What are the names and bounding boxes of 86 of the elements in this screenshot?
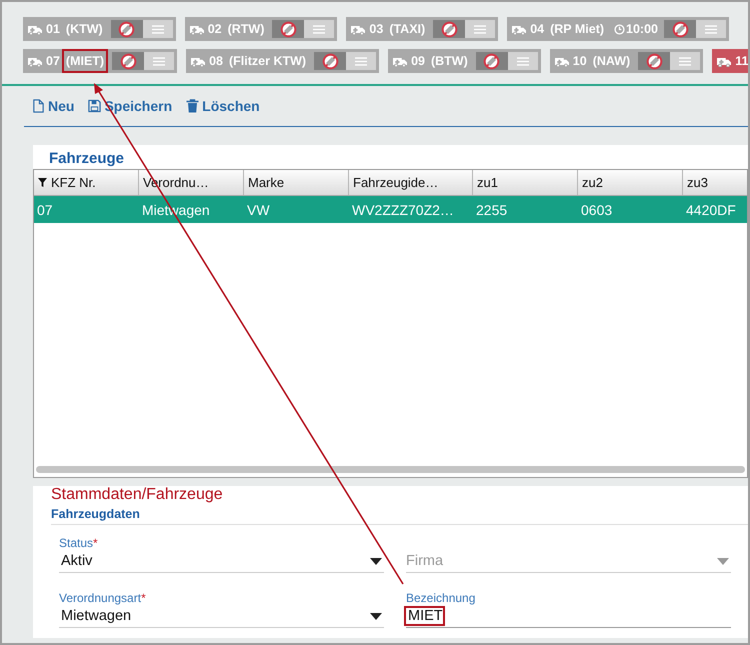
- menu-icon: [355, 56, 368, 66]
- prohibited-icon: [322, 52, 339, 70]
- vehicle-number: 09: [411, 54, 425, 68]
- ambulance-icon: [554, 56, 569, 66]
- column-header[interactable]: Marke: [244, 170, 349, 195]
- prohibited-icon: [483, 52, 500, 70]
- table-cell-text: 07: [36, 202, 54, 218]
- delete-button[interactable]: Löschen: [186, 98, 260, 114]
- new-button[interactable]: Neu: [32, 98, 74, 114]
- prohibited-icon: [120, 52, 137, 70]
- field-value: Aktiv: [60, 553, 92, 569]
- clock-icon: [614, 24, 626, 34]
- vehicle-number: 07: [46, 54, 60, 68]
- vehicle-number: 03: [369, 22, 384, 36]
- input-field[interactable]: Bezeichnung MIET: [406, 585, 731, 628]
- vehicle-number: 02: [208, 22, 222, 36]
- vehicle-number: 01: [46, 22, 60, 36]
- blocked-toggle[interactable]: [638, 52, 670, 70]
- menu-icon: [516, 56, 529, 66]
- ambulance-icon: [717, 56, 732, 66]
- caret-icon: [717, 558, 729, 564]
- dropdown-field[interactable]: Verordnungsart* Mietwagen: [59, 585, 384, 628]
- time-label: 10:00: [626, 22, 658, 36]
- caret-icon: [370, 558, 382, 564]
- field-placeholder: Firma: [406, 553, 444, 569]
- vehicle-type: (TAXI): [388, 21, 426, 38]
- prohibited-icon: [280, 20, 297, 38]
- table-cell-text: 2255: [475, 202, 508, 218]
- ambulance-icon: [28, 56, 42, 66]
- menu-icon: [313, 24, 326, 34]
- vehicle-type: (Flitzer KTW): [228, 53, 308, 70]
- vehicle-type: (BTW): [430, 53, 469, 70]
- column-header[interactable]: zu3: [683, 170, 748, 195]
- field-label: Verordnungsart*: [59, 591, 147, 605]
- column-header[interactable]: zu2: [578, 170, 683, 195]
- table-cell-text: WV2ZZZ70Z2…: [351, 202, 455, 218]
- vehicle-number: 08: [209, 54, 223, 68]
- blocked-toggle[interactable]: [272, 20, 304, 38]
- vehicle-type: (MIET): [64, 51, 106, 71]
- vehicle-type: (NAW): [592, 53, 632, 70]
- ambulance-icon: [190, 24, 204, 34]
- ambulance-icon: [191, 56, 206, 66]
- ambulance-icon: [28, 24, 42, 34]
- column-header[interactable]: Fahrzeugide…: [349, 170, 473, 195]
- menu-icon: [679, 56, 692, 66]
- field-label: Bezeichnung: [406, 591, 476, 605]
- prohibited-icon: [440, 20, 458, 38]
- table-title: Fahrzeuge: [48, 149, 126, 169]
- table-cell-text: 0603: [580, 202, 614, 218]
- vehicle-type: (RTW): [226, 21, 266, 38]
- vehicle-number: 04: [530, 22, 544, 36]
- column-header[interactable]: zu1: [473, 170, 578, 195]
- vehicle-tab[interactable]: 11: [712, 49, 748, 73]
- ambulance-icon: [351, 24, 366, 34]
- vehicle-number: 11: [735, 54, 748, 68]
- vehicle-type: (RP Miet): [549, 21, 606, 38]
- annotation-caption: Stammdaten/Fahrzeuge: [51, 486, 224, 504]
- field-value: Mietwagen: [60, 608, 132, 624]
- vehicle-type: (KTW): [64, 21, 104, 38]
- blocked-toggle[interactable]: [110, 20, 143, 38]
- vehicle-number: 10: [572, 54, 587, 68]
- ambulance-icon: [512, 24, 526, 34]
- prohibited-icon: [646, 52, 663, 70]
- dropdown-field[interactable]: Status* Aktiv: [59, 530, 384, 573]
- blocked-toggle[interactable]: [314, 52, 346, 70]
- blocked-toggle[interactable]: [433, 20, 466, 38]
- blocked-toggle[interactable]: [664, 20, 696, 38]
- menu-icon: [152, 24, 164, 34]
- blocked-toggle[interactable]: [112, 52, 144, 70]
- caret-icon: [370, 612, 382, 620]
- document-icon: [32, 99, 45, 113]
- scrollbar[interactable]: [36, 466, 745, 473]
- ambulance-icon: [393, 56, 408, 66]
- menu-icon: [474, 24, 486, 34]
- field-value: MIET: [406, 608, 443, 624]
- section-title: Fahrzeugdaten: [51, 504, 748, 525]
- trash-icon: [186, 99, 200, 113]
- column-header[interactable]: KFZ Nr.: [34, 170, 139, 195]
- blocked-toggle[interactable]: [476, 52, 508, 70]
- table-cell-text: 4420DF: [685, 202, 737, 218]
- menu-icon: [705, 24, 718, 34]
- prohibited-icon: [118, 20, 136, 38]
- prohibited-icon: [672, 20, 689, 38]
- field-label: Status*: [59, 536, 99, 550]
- table-cell-text: VW: [246, 202, 271, 218]
- menu-icon: [153, 56, 166, 66]
